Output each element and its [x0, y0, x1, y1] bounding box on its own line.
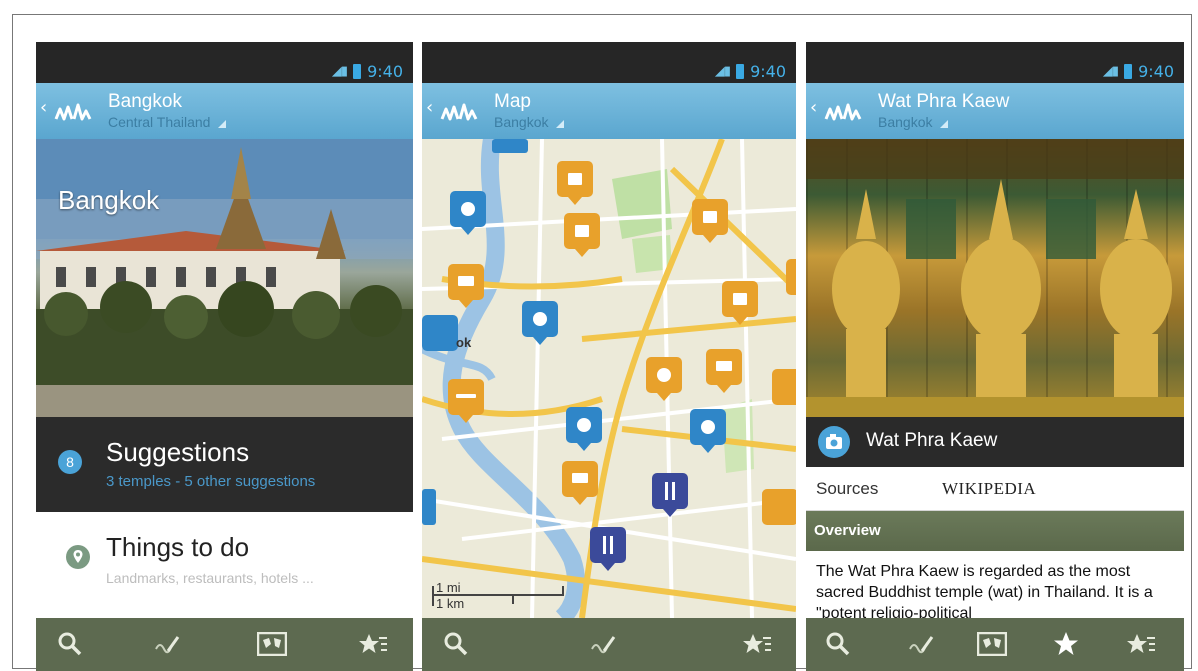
temple-photo: [806, 139, 1184, 417]
status-bar: ◢▮ 9:40: [36, 42, 413, 83]
poi-title-bar: Wat Phra Kaew: [806, 417, 1184, 467]
city-hero-image: Bangkok: [36, 139, 413, 417]
hero-city-title: Bangkok: [58, 185, 160, 215]
app-logo-icon[interactable]: [54, 97, 94, 125]
status-bar: ◢▮ 9:40: [422, 42, 796, 83]
phone-screen-city: ◢▮ 9:40 ‹ Bangkok Central Thailand Bangk…: [36, 42, 413, 671]
action-bar: ‹ Bangkok Central Thailand: [36, 83, 413, 139]
bottom-toolbar: [806, 618, 1184, 671]
edit-icon[interactable]: [582, 624, 622, 664]
back-icon[interactable]: ‹: [40, 97, 47, 118]
city-map[interactable]: ok 1 mi 1 km: [422, 139, 796, 618]
action-bar-subtitle-dropdown[interactable]: Central Thailand: [108, 114, 228, 130]
back-icon[interactable]: ‹: [426, 97, 433, 118]
edit-icon[interactable]: [900, 624, 940, 664]
things-to-do-row[interactable]: Things to do Landmarks, restaurants, hot…: [36, 512, 413, 618]
phone-screen-poi: ◢▮ 9:40 ‹ Wat Phra Kaew Bangkok Wat Phra…: [806, 42, 1184, 671]
search-icon[interactable]: [818, 624, 858, 664]
signal-icon: ◢▮: [714, 64, 731, 79]
scale-km-label: 1 km: [436, 596, 465, 611]
status-time: 9:40: [367, 62, 403, 81]
map-icon[interactable]: [252, 624, 292, 664]
palace-photo: [36, 139, 413, 417]
edit-icon[interactable]: [146, 624, 186, 664]
map-icon[interactable]: [972, 624, 1012, 664]
overview-label: Overview: [814, 522, 881, 539]
sources-row[interactable]: Sources WIKIPEDIA: [806, 467, 1184, 511]
starred-icon[interactable]: [354, 624, 394, 664]
location-pin-icon: [66, 545, 90, 569]
things-to-do-title: Things to do: [106, 532, 250, 562]
action-bar: ‹ Map Bangkok: [422, 83, 796, 139]
phone-screen-map: ◢▮ 9:40 ‹ Map Bangkok ok 1 mi 1 km: [422, 42, 796, 671]
overview-text: The Wat Phra Kaew is regarded as the mos…: [806, 551, 1184, 618]
battery-icon: [1124, 64, 1133, 79]
suggestions-count-badge: 8: [58, 450, 82, 474]
suggestions-row[interactable]: 8 Suggestions 3 temples - 5 other sugges…: [36, 417, 413, 512]
action-bar-title: Wat Phra Kaew: [878, 91, 1010, 112]
action-bar-title: Bangkok: [108, 91, 182, 112]
status-bar: ◢▮ 9:40: [806, 42, 1184, 83]
starred-icon[interactable]: [1122, 624, 1162, 664]
search-icon[interactable]: [50, 624, 90, 664]
search-icon[interactable]: [436, 624, 476, 664]
poi-name: Wat Phra Kaew: [866, 430, 998, 451]
overview-section-header: Overview: [806, 511, 1184, 551]
action-bar-subtitle-dropdown[interactable]: Bangkok: [878, 114, 950, 130]
map-scale-bar: 1 mi 1 km: [432, 580, 564, 611]
action-bar: ‹ Wat Phra Kaew Bangkok: [806, 83, 1184, 139]
signal-icon: ◢▮: [1102, 64, 1119, 79]
app-logo-icon[interactable]: [824, 97, 864, 125]
action-bar-title: Map: [494, 91, 531, 112]
things-to-do-subtitle: Landmarks, restaurants, hotels ...: [106, 570, 314, 586]
signal-icon: ◢▮: [331, 64, 348, 79]
suggestions-title: Suggestions: [106, 437, 250, 467]
app-logo-icon[interactable]: [440, 97, 480, 125]
map-canvas[interactable]: [422, 139, 796, 618]
status-time: 9:40: [750, 62, 786, 81]
sources-label: Sources: [816, 479, 879, 498]
star-icon[interactable]: [1046, 624, 1086, 664]
map-city-label: ok: [456, 335, 472, 350]
camera-icon: [818, 426, 850, 458]
temple-statues-image: [806, 139, 1184, 417]
starred-icon[interactable]: [738, 624, 778, 664]
bottom-toolbar: [422, 618, 796, 671]
battery-icon: [353, 64, 362, 79]
battery-icon: [736, 64, 745, 79]
scale-miles-label: 1 mi: [436, 580, 461, 595]
status-time: 9:40: [1138, 62, 1174, 81]
action-bar-subtitle-dropdown[interactable]: Bangkok: [494, 114, 566, 130]
wikipedia-source-logo[interactable]: WIKIPEDIA: [942, 479, 1036, 499]
bottom-toolbar: [36, 618, 413, 671]
back-icon[interactable]: ‹: [810, 97, 817, 118]
suggestions-subtitle: 3 temples - 5 other suggestions: [106, 473, 316, 490]
